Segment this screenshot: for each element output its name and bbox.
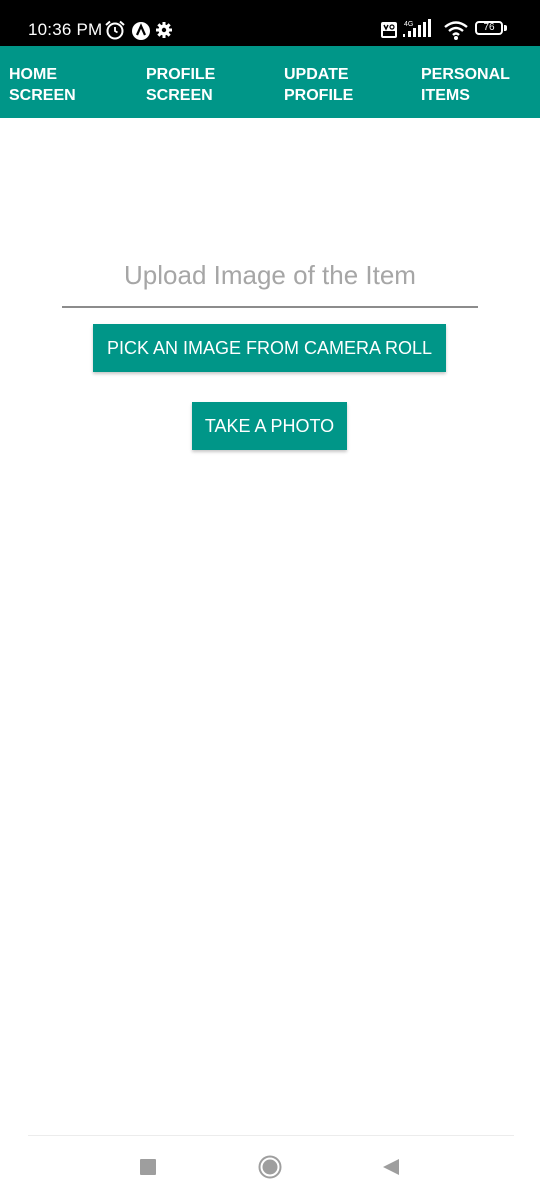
settings-icon — [156, 22, 172, 38]
take-photo-button[interactable]: TAKE A PHOTO — [192, 402, 347, 450]
home-icon[interactable] — [258, 1155, 282, 1179]
app-notification-icon — [132, 22, 150, 40]
pick-image-button[interactable]: PICK AN IMAGE FROM CAMERA ROLL — [93, 324, 446, 372]
recent-apps-icon[interactable] — [140, 1159, 156, 1175]
title-underline — [62, 306, 478, 308]
volte-icon — [381, 22, 397, 38]
alarm-icon — [105, 20, 125, 40]
status-time: 10:36 PM — [28, 20, 103, 39]
page-title: Upload Image of the Item — [124, 260, 416, 290]
tab-bar: HOME SCREEN PROFILE SCREEN UPDATE PROFIL… — [0, 46, 540, 118]
tab-personal-items[interactable]: PERSONAL ITEMS — [421, 64, 540, 106]
wifi-icon — [444, 21, 468, 40]
tab-home-screen[interactable]: HOME SCREEN — [9, 64, 129, 106]
tab-update-profile[interactable]: UPDATE PROFILE — [284, 64, 404, 106]
4g-signal-icon: 4G — [403, 19, 431, 37]
svg-text:4G: 4G — [404, 21, 413, 28]
tab-profile-screen[interactable]: PROFILE SCREEN — [146, 64, 266, 106]
status-bar: 10:36 PM 4G 76 — [0, 0, 540, 46]
back-icon[interactable] — [381, 1157, 401, 1177]
nav-divider — [28, 1135, 514, 1136]
battery-nub — [504, 25, 507, 31]
battery-icon: 76 — [475, 21, 503, 35]
